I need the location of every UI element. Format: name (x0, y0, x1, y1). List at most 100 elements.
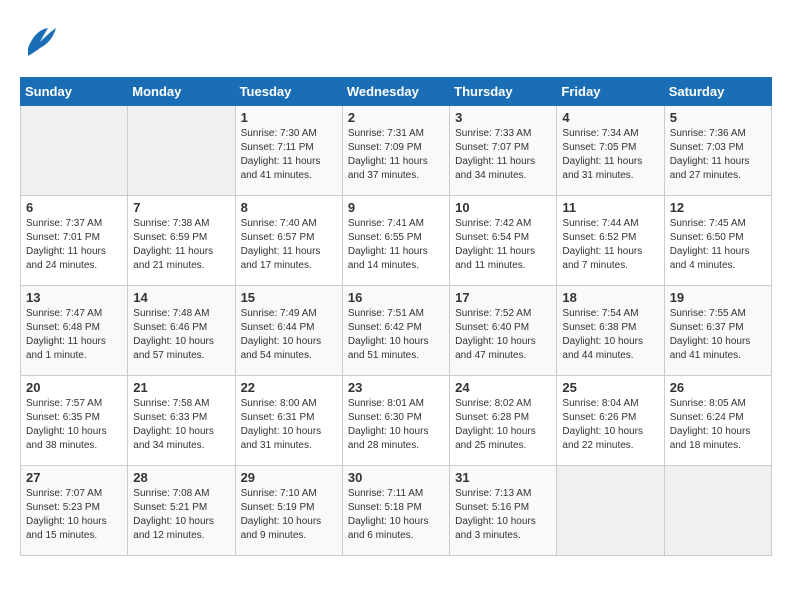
calendar-cell: 26 Sunrise: 8:05 AM Sunset: 6:24 PM Dayli… (664, 376, 771, 466)
calendar-cell: 6 Sunrise: 7:37 AM Sunset: 7:01 PM Daylig… (21, 196, 128, 286)
day-number: 27 (26, 470, 122, 485)
calendar-cell: 16 Sunrise: 7:51 AM Sunset: 6:42 PM Dayli… (342, 286, 449, 376)
day-info: Sunrise: 7:13 AM Sunset: 5:16 PM Dayligh… (455, 487, 551, 543)
calendar-cell (557, 466, 664, 556)
day-number: 22 (241, 380, 337, 395)
day-number: 14 (133, 290, 229, 305)
calendar-cell: 15Sunrise: 7:49 AM Sunset: 6:44 PM Dayli… (235, 286, 342, 376)
calendar-cell: 8 Sunrise: 7:40 AM Sunset: 6:57 PM Daylig… (235, 196, 342, 286)
day-info: Sunrise: 8:02 AM Sunset: 6:28 PM Dayligh… (455, 397, 551, 453)
day-number: 29 (241, 470, 337, 485)
calendar-cell: 20 Sunrise: 7:57 AM Sunset: 6:35 PM Dayli… (21, 376, 128, 466)
day-number: 3 (455, 110, 551, 125)
calendar-cell: 14 Sunrise: 7:48 AM Sunset: 6:46 PM Dayli… (128, 286, 235, 376)
day-info: Sunrise: 7:33 AM Sunset: 7:07 PM Dayligh… (455, 127, 551, 183)
day-number: 20 (26, 380, 122, 395)
calendar-cell: 19 Sunrise: 7:55 AM Sunset: 6:37 PM Dayli… (664, 286, 771, 376)
calendar-cell: 1 Sunrise: 7:30 AM Sunset: 7:11 PM Daylig… (235, 106, 342, 196)
calendar-cell (21, 106, 128, 196)
day-info: Sunrise: 7:57 AM Sunset: 6:35 PM Dayligh… (26, 397, 122, 453)
calendar-cell: 30 Sunrise: 7:11 AM Sunset: 5:18 PM Dayli… (342, 466, 449, 556)
day-number: 18 (562, 290, 658, 305)
day-info: Sunrise: 7:51 AM Sunset: 6:42 PM Dayligh… (348, 307, 444, 363)
weekday-header-friday: Friday (557, 78, 664, 106)
calendar-cell: 29 Sunrise: 7:10 AM Sunset: 5:19 PM Dayli… (235, 466, 342, 556)
day-number: 2 (348, 110, 444, 125)
day-info: Sunrise: 8:00 AM Sunset: 6:31 PM Dayligh… (241, 397, 337, 453)
calendar-cell: 12 Sunrise: 7:45 AM Sunset: 6:50 PM Dayli… (664, 196, 771, 286)
day-number: 6 (26, 200, 122, 215)
day-info: Sunrise: 7:10 AM Sunset: 5:19 PM Dayligh… (241, 487, 337, 543)
calendar-cell: 27Sunrise: 7:07 AM Sunset: 5:23 PM Dayli… (21, 466, 128, 556)
calendar-cell: 9 Sunrise: 7:41 AM Sunset: 6:55 PM Daylig… (342, 196, 449, 286)
calendar-cell: 18 Sunrise: 7:54 AM Sunset: 6:38 PM Dayli… (557, 286, 664, 376)
day-number: 12 (670, 200, 766, 215)
day-number: 9 (348, 200, 444, 215)
weekday-header-saturday: Saturday (664, 78, 771, 106)
calendar-cell: 3 Sunrise: 7:33 AM Sunset: 7:07 PM Daylig… (450, 106, 557, 196)
calendar-cell (128, 106, 235, 196)
day-info: Sunrise: 7:45 AM Sunset: 6:50 PM Dayligh… (670, 217, 766, 273)
weekday-header-tuesday: Tuesday (235, 78, 342, 106)
calendar-cell: 10 Sunrise: 7:42 AM Sunset: 6:54 PM Dayli… (450, 196, 557, 286)
day-info: Sunrise: 7:48 AM Sunset: 6:46 PM Dayligh… (133, 307, 229, 363)
day-number: 15 (241, 290, 337, 305)
day-info: Sunrise: 7:54 AM Sunset: 6:38 PM Dayligh… (562, 307, 658, 363)
day-number: 30 (348, 470, 444, 485)
day-info: Sunrise: 7:08 AM Sunset: 5:21 PM Dayligh… (133, 487, 229, 543)
calendar-cell: 24Sunrise: 8:02 AM Sunset: 6:28 PM Dayli… (450, 376, 557, 466)
calendar-cell: 21 Sunrise: 7:58 AM Sunset: 6:33 PM Dayli… (128, 376, 235, 466)
day-number: 26 (670, 380, 766, 395)
logo-icon (20, 20, 60, 67)
day-info: Sunrise: 7:52 AM Sunset: 6:40 PM Dayligh… (455, 307, 551, 363)
calendar-cell: 25 Sunrise: 8:04 AM Sunset: 6:26 PM Dayli… (557, 376, 664, 466)
calendar-cell (664, 466, 771, 556)
day-number: 25 (562, 380, 658, 395)
day-info: Sunrise: 8:04 AM Sunset: 6:26 PM Dayligh… (562, 397, 658, 453)
calendar-cell: 28 Sunrise: 7:08 AM Sunset: 5:21 PM Dayli… (128, 466, 235, 556)
day-number: 23 (348, 380, 444, 395)
day-number: 4 (562, 110, 658, 125)
day-number: 8 (241, 200, 337, 215)
day-info: Sunrise: 7:47 AM Sunset: 6:48 PM Dayligh… (26, 307, 122, 363)
calendar-cell: 13 Sunrise: 7:47 AM Sunset: 6:48 PM Dayli… (21, 286, 128, 376)
day-number: 1 (241, 110, 337, 125)
day-info: Sunrise: 7:38 AM Sunset: 6:59 PM Dayligh… (133, 217, 229, 273)
calendar-cell: 4Sunrise: 7:34 AM Sunset: 7:05 PM Daylig… (557, 106, 664, 196)
weekday-header-wednesday: Wednesday (342, 78, 449, 106)
day-info: Sunrise: 7:40 AM Sunset: 6:57 PM Dayligh… (241, 217, 337, 273)
weekday-header-monday: Monday (128, 78, 235, 106)
day-number: 7 (133, 200, 229, 215)
day-info: Sunrise: 7:44 AM Sunset: 6:52 PM Dayligh… (562, 217, 658, 273)
calendar-cell: 22 Sunrise: 8:00 AM Sunset: 6:31 PM Dayli… (235, 376, 342, 466)
day-info: Sunrise: 7:55 AM Sunset: 6:37 PM Dayligh… (670, 307, 766, 363)
day-info: Sunrise: 7:58 AM Sunset: 6:33 PM Dayligh… (133, 397, 229, 453)
day-info: Sunrise: 7:42 AM Sunset: 6:54 PM Dayligh… (455, 217, 551, 273)
day-number: 21 (133, 380, 229, 395)
calendar-cell: 2 Sunrise: 7:31 AM Sunset: 7:09 PM Daylig… (342, 106, 449, 196)
day-number: 13 (26, 290, 122, 305)
day-number: 28 (133, 470, 229, 485)
day-info: Sunrise: 7:30 AM Sunset: 7:11 PM Dayligh… (241, 127, 337, 183)
page-header (20, 20, 772, 67)
day-number: 16 (348, 290, 444, 305)
day-info: Sunrise: 7:11 AM Sunset: 5:18 PM Dayligh… (348, 487, 444, 543)
day-number: 10 (455, 200, 551, 215)
day-number: 17 (455, 290, 551, 305)
weekday-header-sunday: Sunday (21, 78, 128, 106)
day-info: Sunrise: 8:05 AM Sunset: 6:24 PM Dayligh… (670, 397, 766, 453)
calendar-cell: 11 Sunrise: 7:44 AM Sunset: 6:52 PM Dayli… (557, 196, 664, 286)
calendar-cell: 17 Sunrise: 7:52 AM Sunset: 6:40 PM Dayli… (450, 286, 557, 376)
day-info: Sunrise: 7:37 AM Sunset: 7:01 PM Dayligh… (26, 217, 122, 273)
day-info: Sunrise: 7:36 AM Sunset: 7:03 PM Dayligh… (670, 127, 766, 183)
calendar-cell: 31Sunrise: 7:13 AM Sunset: 5:16 PM Dayli… (450, 466, 557, 556)
day-number: 11 (562, 200, 658, 215)
day-info: Sunrise: 7:41 AM Sunset: 6:55 PM Dayligh… (348, 217, 444, 273)
day-number: 19 (670, 290, 766, 305)
calendar-cell: 23 Sunrise: 8:01 AM Sunset: 6:30 PM Dayli… (342, 376, 449, 466)
calendar-cell: 7 Sunrise: 7:38 AM Sunset: 6:59 PM Daylig… (128, 196, 235, 286)
weekday-header-thursday: Thursday (450, 78, 557, 106)
day-info: Sunrise: 7:31 AM Sunset: 7:09 PM Dayligh… (348, 127, 444, 183)
day-info: Sunrise: 8:01 AM Sunset: 6:30 PM Dayligh… (348, 397, 444, 453)
day-number: 5 (670, 110, 766, 125)
